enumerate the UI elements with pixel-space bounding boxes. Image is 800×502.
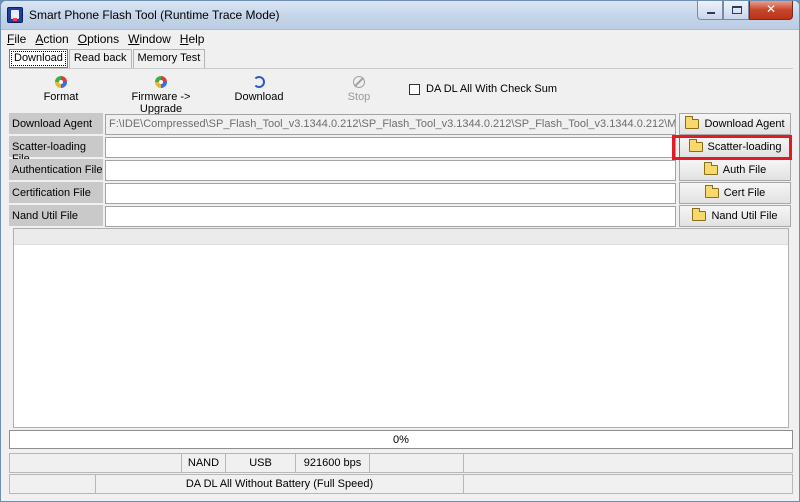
download-agent-row: Download Agent F:\IDE\Compressed\SP_Flas… [9,113,793,135]
status-cell-empty-5 [463,474,793,494]
authentication-row: Authentication File Auth File [9,159,793,181]
format-label: Format [43,91,79,103]
download-agent-button-label: Download Agent [704,118,785,130]
download-label: Download [234,91,284,103]
menu-window-key: W [128,32,140,46]
stop-icon [353,76,365,88]
storage-type: NAND [181,453,225,473]
minimize-button[interactable] [697,1,723,20]
close-icon: ✕ [765,2,777,16]
menu-help-label: elp [188,32,205,46]
firmware-upgrade-icon [155,76,167,88]
checksum-label: DA DL All With Check Sum [426,83,558,95]
scatter-loading-label: Scatter-loading File [9,136,103,165]
tab-read-back[interactable]: Read back [68,49,132,68]
toolbar: Format Firmware -> Upgrade Download Stop… [9,71,793,115]
format-button[interactable]: Format [33,76,89,103]
status-bar-bottom: DA DL All Without Battery (Full Speed) [9,474,793,494]
menu-file-label: ile [14,32,27,46]
app-icon [7,7,23,23]
download-icon [253,76,265,88]
tab-strip: Download Read back Memory Test [9,49,206,69]
certification-path-field[interactable] [105,183,676,204]
nand-util-label: Nand Util File [9,205,103,227]
menu-options-key: O [77,32,88,46]
download-agent-path-field[interactable]: F:\IDE\Compressed\SP_Flash_Tool_v3.1344.… [105,114,676,135]
download-button[interactable]: Download [231,76,287,103]
flash-tool-window: Smart Phone Flash Tool (Runtime Trace Mo… [0,0,800,502]
tab-memory-test[interactable]: Memory Test [132,49,206,68]
menu-action[interactable]: Action [35,32,68,46]
format-icon [55,76,67,88]
menu-window-label: indow [139,32,171,46]
nand-util-file-button-label: Nand Util File [711,210,778,222]
folder-icon [685,116,700,129]
scatter-loading-highlight [672,135,792,160]
auth-file-button-label: Auth File [722,164,767,176]
firmware-upgrade-label: Firmware -> Upgrade [131,91,191,115]
window-title: Smart Phone Flash Tool (Runtime Trace Mo… [29,8,280,22]
baud-rate: 921600 bps [295,453,369,473]
menu-file[interactable]: File [7,32,26,46]
checksum-option[interactable]: DA DL All With Check Sum [409,83,557,95]
maximize-button[interactable] [723,1,749,20]
window-controls: ✕ [697,1,793,21]
status-cell-empty-3 [463,453,793,473]
nand-util-file-button[interactable]: Nand Util File [679,205,791,227]
status-bar-top: NAND USB 921600 bps [9,453,793,473]
progress-bar: 0% [9,430,793,449]
authentication-label: Authentication File [9,159,103,181]
status-cell-empty-1 [9,453,181,473]
status-cell-empty-2 [369,453,463,473]
stop-button[interactable]: Stop [339,76,379,103]
folder-icon [704,185,719,198]
checksum-checkbox[interactable] [409,83,420,95]
stop-label: Stop [347,91,371,103]
folder-icon [703,162,718,175]
maximize-icon [732,6,742,14]
scatter-loading-path-field[interactable] [105,137,676,158]
menu-window[interactable]: Window [128,32,171,46]
close-button[interactable]: ✕ [749,1,793,20]
menu-bar: File Action Options Window Help [1,30,799,48]
minimize-icon [707,12,715,14]
menu-options[interactable]: Options [78,32,119,46]
download-mode: DA DL All Without Battery (Full Speed) [95,474,463,494]
folder-icon [692,208,707,221]
firmware-upgrade-button[interactable]: Firmware -> Upgrade [109,76,213,115]
menu-help[interactable]: Help [180,32,205,46]
log-header [14,229,788,245]
authentication-path-field[interactable] [105,160,676,181]
menu-action-label: ction [43,32,69,46]
auth-file-button[interactable]: Auth File [679,159,791,181]
certification-row: Certification File Cert File [9,182,793,204]
connection-port: USB [225,453,295,473]
cert-file-button[interactable]: Cert File [679,182,791,204]
progress-text: 0% [393,434,409,446]
download-agent-button[interactable]: Download Agent [679,113,791,135]
tab-divider [9,68,793,69]
title-bar[interactable]: Smart Phone Flash Tool (Runtime Trace Mo… [1,1,799,30]
nand-util-row: Nand Util File Nand Util File [9,205,793,227]
menu-options-label: ptions [87,32,120,46]
status-cell-empty-4 [9,474,95,494]
download-agent-label: Download Agent [9,113,103,135]
certification-label: Certification File [9,182,103,204]
log-panel[interactable] [13,228,789,428]
cert-file-button-label: Cert File [723,187,766,199]
nand-util-path-field[interactable] [105,206,676,227]
tab-download[interactable]: Download [9,49,68,68]
